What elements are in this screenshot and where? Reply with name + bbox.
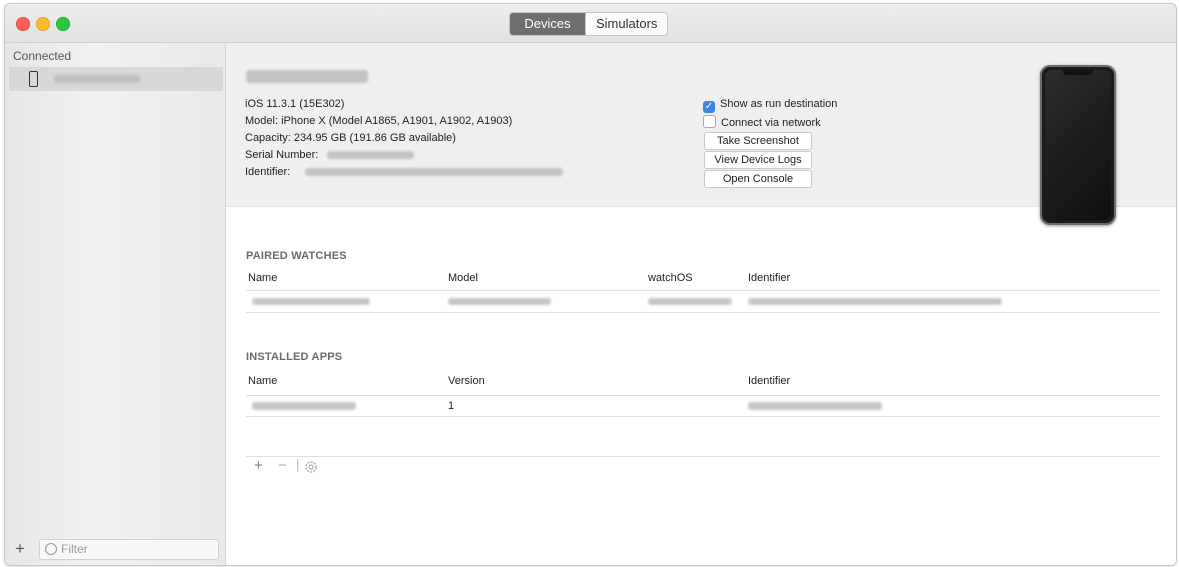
minimize-window-button[interactable] xyxy=(36,17,50,31)
paired-watches-col-watchos[interactable]: watchOS xyxy=(648,272,693,284)
connect-via-network-option[interactable]: Connect via network xyxy=(703,115,821,129)
gear-icon[interactable] xyxy=(304,460,318,474)
title-bar: Devices Simulators xyxy=(5,4,1176,43)
show-as-run-destination-label: Show as run destination xyxy=(720,98,838,110)
zoom-window-button[interactable] xyxy=(56,17,70,31)
installed-apps-header-divider xyxy=(246,395,1160,396)
view-device-logs-button[interactable]: View Device Logs xyxy=(704,151,812,169)
filter-icon xyxy=(45,543,57,555)
paired-watches-col-name[interactable]: Name xyxy=(248,272,277,284)
toolbar-separator: | xyxy=(296,457,300,472)
paired-watches-title: PAIRED WATCHES xyxy=(246,250,347,262)
close-window-button[interactable] xyxy=(16,17,30,31)
show-as-run-destination-checkbox[interactable]: ✓ xyxy=(703,101,715,113)
app-name-redacted xyxy=(252,402,356,410)
open-console-button[interactable]: Open Console xyxy=(704,170,812,188)
installed-apps-col-version[interactable]: Version xyxy=(448,375,485,387)
take-screenshot-button[interactable]: Take Screenshot xyxy=(704,132,812,150)
serial-number-redacted xyxy=(327,151,414,159)
app-identifier-redacted xyxy=(748,402,882,410)
device-name-redacted xyxy=(54,75,140,83)
iphone-screen xyxy=(1045,70,1111,220)
show-as-run-destination-option[interactable]: ✓ Show as run destination xyxy=(703,98,837,113)
app-version-value: 1 xyxy=(448,400,455,412)
watch-os-redacted xyxy=(648,298,732,305)
watch-name-redacted xyxy=(252,298,370,305)
installed-apps-row-divider xyxy=(246,416,1160,417)
apps-toolbar-divider xyxy=(246,456,1160,457)
identifier-label: Identifier: xyxy=(245,166,291,178)
add-app-button[interactable]: + xyxy=(254,457,263,474)
devices-simulators-segmented-control: Devices Simulators xyxy=(509,12,669,36)
installed-apps-col-identifier[interactable]: Identifier xyxy=(748,375,790,387)
watch-identifier-redacted xyxy=(748,298,1002,305)
watch-model-redacted xyxy=(448,298,551,305)
installed-apps-col-name[interactable]: Name xyxy=(248,375,277,387)
iphone-image xyxy=(1040,65,1116,225)
paired-watches-header-divider xyxy=(246,290,1160,291)
filter-placeholder: Filter xyxy=(61,542,88,556)
model-text: Model: iPhone X (Model A1865, A1901, A19… xyxy=(245,115,513,127)
add-device-button[interactable]: + xyxy=(15,539,25,559)
device-title-redacted xyxy=(246,70,368,83)
serial-number-label: Serial Number: xyxy=(245,149,319,161)
paired-watches-row-divider xyxy=(246,312,1160,313)
sidebar-section-connected: Connected xyxy=(13,49,72,63)
identifier-redacted xyxy=(305,168,563,176)
iphone-notch xyxy=(1063,70,1093,75)
remove-app-button[interactable]: − xyxy=(278,457,287,474)
device-info-panel: iOS 11.3.1 (15E302) Model: iPhone X (Mod… xyxy=(226,43,1176,207)
installed-apps-title: INSTALLED APPS xyxy=(246,351,343,363)
xcode-devices-window: Devices Simulators Connected + Filter iO… xyxy=(4,3,1177,566)
connect-via-network-checkbox[interactable] xyxy=(703,115,716,128)
main-panel: iOS 11.3.1 (15E302) Model: iPhone X (Mod… xyxy=(226,43,1176,565)
filter-field[interactable]: Filter xyxy=(39,539,219,560)
ios-version-text: iOS 11.3.1 (15E302) xyxy=(245,98,345,110)
tab-simulators[interactable]: Simulators xyxy=(585,13,668,35)
capacity-text: Capacity: 234.95 GB (191.86 GB available… xyxy=(245,132,456,144)
paired-watches-col-identifier[interactable]: Identifier xyxy=(748,272,790,284)
phone-icon xyxy=(29,71,38,87)
paired-watches-col-model[interactable]: Model xyxy=(448,272,478,284)
sidebar-device-item[interactable] xyxy=(9,67,223,91)
tab-devices[interactable]: Devices xyxy=(510,13,585,35)
sidebar-footer: + Filter xyxy=(5,535,225,565)
sidebar: Connected + Filter xyxy=(5,43,226,565)
connect-via-network-label: Connect via network xyxy=(721,117,821,129)
